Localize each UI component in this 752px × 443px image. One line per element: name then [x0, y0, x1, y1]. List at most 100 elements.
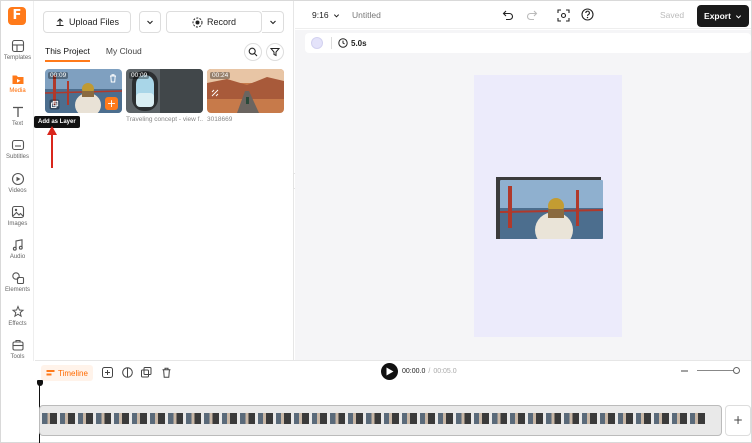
- search-icon: [248, 47, 258, 57]
- duplicate-icon[interactable]: [141, 367, 152, 378]
- add-to-timeline-button[interactable]: +: [105, 97, 118, 110]
- images-icon: [11, 205, 24, 219]
- upload-icon: [56, 18, 64, 27]
- add-as-layer-icon[interactable]: [49, 99, 60, 110]
- editor-toolbar: 9:16 Untitled Saved Export: [295, 1, 751, 29]
- sidebar-item-label: Tools: [10, 354, 25, 360]
- text-icon: [12, 106, 23, 117]
- add-track-button[interactable]: +: [725, 405, 751, 436]
- sidebar-item-text[interactable]: Text: [1, 105, 34, 137]
- time-separator: /: [428, 368, 431, 375]
- trash-icon[interactable]: [108, 73, 118, 83]
- track-frame-thumbnail: [690, 413, 705, 424]
- record-button[interactable]: Record: [166, 11, 262, 33]
- media-panel: Upload Files Record This Project My Clou…: [34, 1, 299, 360]
- play-icon: [386, 367, 394, 376]
- track-frame-thumbnail: [222, 413, 237, 424]
- save-status: Saved: [660, 10, 685, 20]
- media-item[interactable]: 00:09 +: [45, 69, 122, 113]
- clock-icon: [338, 38, 348, 48]
- background-color-swatch[interactable]: [311, 37, 323, 49]
- track-frame-thumbnail: [186, 413, 201, 424]
- track-frame-thumbnail: [402, 413, 417, 424]
- timeline-toggle-button[interactable]: Timeline: [41, 365, 93, 381]
- record-label: Record: [206, 17, 236, 27]
- sidebar-item-label: Elements: [4, 287, 30, 293]
- screenshot-icon[interactable]: [557, 9, 570, 22]
- track-frame-thumbnail: [330, 413, 345, 424]
- record-icon: [192, 17, 203, 27]
- chevron-down-icon: [269, 20, 276, 25]
- track-frame-thumbnail: [420, 413, 435, 424]
- track-frame-thumbnail: [312, 413, 327, 424]
- aspect-ratio-select[interactable]: 9:16: [312, 10, 340, 20]
- media-item[interactable]: 00:09: [126, 69, 203, 113]
- sidebar-item-media[interactable]: Media: [1, 72, 34, 104]
- track-frame-thumbnail: [438, 413, 453, 424]
- sidebar-item-label: Effects: [8, 321, 27, 327]
- upload-files-label: Upload Files: [68, 17, 120, 27]
- track-frame-thumbnail: [384, 413, 399, 424]
- track-frame-thumbnail: [564, 413, 579, 424]
- track-frame-thumbnail: [618, 413, 633, 424]
- upload-files-button[interactable]: Upload Files: [43, 11, 131, 33]
- sidebar-item-videos[interactable]: Videos: [1, 172, 34, 204]
- split-icon[interactable]: [122, 367, 133, 378]
- aspect-ratio-label: 9:16: [312, 10, 329, 20]
- play-button[interactable]: [381, 363, 398, 380]
- help-icon[interactable]: [581, 8, 594, 21]
- sidebar-item-tools[interactable]: Tools: [1, 338, 34, 370]
- track-frame-thumbnail: [510, 413, 525, 424]
- sidebar-item-elements[interactable]: Elements: [1, 271, 34, 303]
- export-button[interactable]: Export: [697, 5, 749, 27]
- media-item[interactable]: 00:24: [207, 69, 284, 113]
- track-frame-thumbnail: [276, 413, 291, 424]
- delete-icon[interactable]: [161, 367, 172, 378]
- arrow-up-icon: [47, 126, 57, 168]
- sidebar-item-effects[interactable]: Effects: [1, 305, 34, 337]
- tab-my-cloud[interactable]: My Cloud: [106, 46, 142, 62]
- chevron-down-icon: [147, 20, 153, 25]
- upload-dropdown-button[interactable]: [139, 11, 161, 33]
- chevron-down-icon: [333, 13, 339, 17]
- duration-label: 5.0s: [351, 38, 367, 48]
- sidebar-item-images[interactable]: Images: [1, 205, 34, 237]
- zoom-slider-handle[interactable]: [733, 367, 740, 374]
- sidebar-item-subtitles[interactable]: Subtitles: [1, 138, 34, 170]
- effects-icon: [11, 305, 24, 318]
- video-track[interactable]: [39, 405, 722, 436]
- playhead-handle[interactable]: [37, 380, 43, 386]
- undo-icon[interactable]: [502, 9, 514, 21]
- layer-clip[interactable]: [500, 180, 603, 239]
- redo-icon[interactable]: [526, 9, 538, 21]
- track-frame-thumbnail: [672, 413, 687, 424]
- sidebar-item-label: Images: [7, 221, 28, 227]
- timeline-label: Timeline: [58, 368, 88, 378]
- track-frame-thumbnail: [258, 413, 273, 424]
- duration-badge: 00:09: [48, 72, 69, 79]
- media-icon: [12, 75, 23, 84]
- track-frame-thumbnail: [636, 413, 651, 424]
- divider: [331, 37, 332, 49]
- track-frame-thumbnail: [366, 413, 381, 424]
- left-sidebar: F Templates Media Text Subtitles Videos …: [1, 1, 34, 361]
- tab-this-project[interactable]: This Project: [45, 46, 90, 62]
- track-frame-thumbnail: [528, 413, 543, 424]
- add-icon[interactable]: [102, 367, 113, 378]
- track-frame-thumbnail: [582, 413, 597, 424]
- duration-setting[interactable]: 5.0s: [338, 38, 367, 48]
- subtitles-icon: [11, 139, 24, 151]
- sidebar-item-label: Media: [9, 88, 26, 94]
- chevron-down-icon: [735, 14, 741, 18]
- sidebar-item-audio[interactable]: Audio: [1, 238, 34, 270]
- track-frame-thumbnail: [456, 413, 471, 424]
- sidebar-item-templates[interactable]: Templates: [1, 39, 34, 71]
- track-frame-thumbnail: [168, 413, 183, 424]
- project-title[interactable]: Untitled: [352, 10, 381, 20]
- audio-icon: [12, 239, 23, 251]
- zoom-out-icon[interactable]: [680, 369, 689, 373]
- search-button[interactable]: [244, 43, 262, 61]
- record-dropdown-button[interactable]: [262, 11, 284, 33]
- track-frame-thumbnail: [474, 413, 489, 424]
- filter-button[interactable]: [266, 43, 284, 61]
